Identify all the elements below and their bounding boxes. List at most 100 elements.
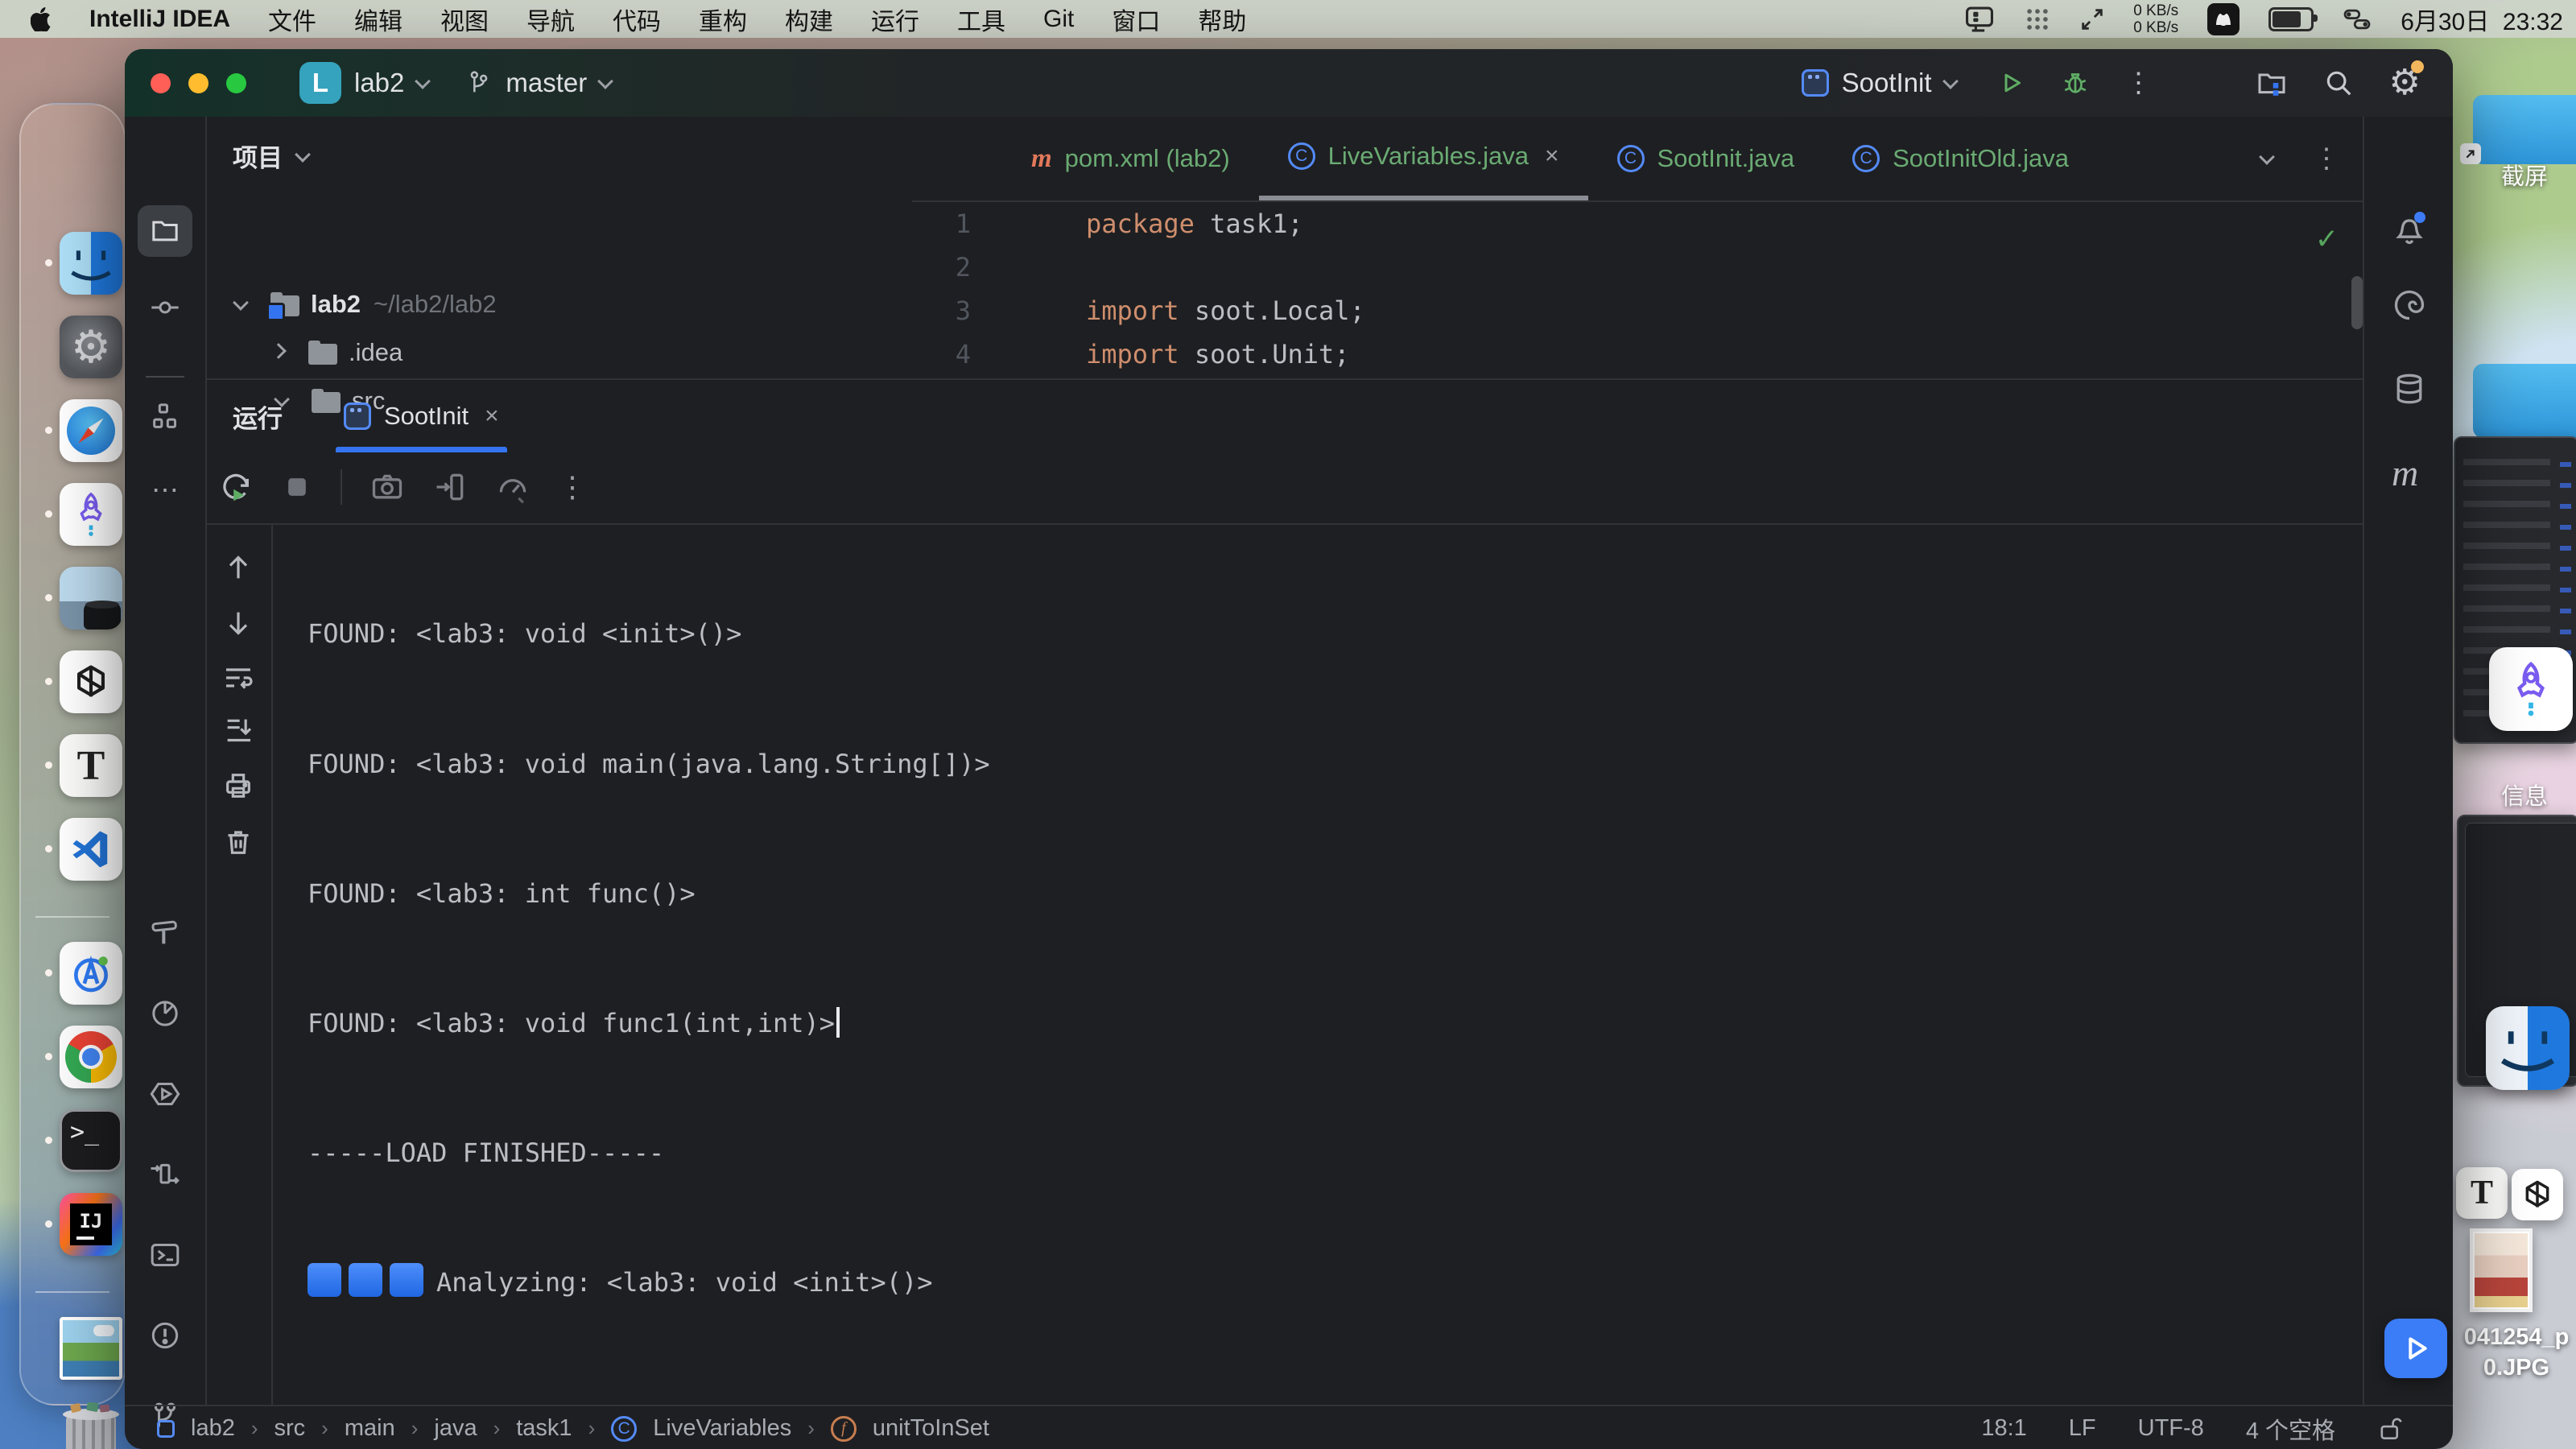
tab-pom-xml[interactable]: m pom.xml (lab2) [1002, 117, 1259, 200]
endpoints-tool-button[interactable] [146, 1155, 184, 1194]
dock-rocket-app[interactable] [60, 483, 122, 546]
dock-chrome[interactable] [60, 1026, 122, 1088]
dock-typora[interactable]: T [60, 734, 122, 797]
tab-sootinitold-java[interactable]: C SootInitOld.java [1823, 117, 2098, 200]
code-editor[interactable]: 1 package task1; 2 3 import soot.Local; … [912, 202, 2363, 378]
terminal-tool-button[interactable] [146, 1236, 184, 1274]
dock-trash[interactable] [60, 1402, 122, 1449]
tab-livevariables-java[interactable]: C LiveVariables.java × [1259, 117, 1588, 200]
dock-chatgpt[interactable] [60, 650, 122, 713]
caret-position-widget[interactable]: 18:1 [1981, 1415, 2026, 1442]
inspections-ok-icon[interactable]: ✓ [2317, 217, 2336, 260]
run-button[interactable] [1996, 68, 2025, 97]
menu-refactor[interactable]: 重构 [699, 2, 747, 37]
apple-menu-icon[interactable] [31, 7, 52, 31]
desktop-rocket-icon[interactable] [2489, 647, 2573, 731]
settings-button[interactable]: ⚙ [2389, 65, 2421, 101]
menu-build[interactable]: 构建 [785, 2, 833, 37]
notifications-bell-button[interactable] [2392, 212, 2427, 247]
scroll-to-end-button[interactable] [220, 712, 257, 749]
dock-vscode[interactable] [60, 818, 122, 881]
project-widget[interactable]: lab2 [354, 68, 404, 98]
profiler-tool-button[interactable] [146, 994, 184, 1033]
desktop-typora-icon[interactable]: T [2456, 1167, 2508, 1219]
console-output[interactable]: FOUND: <lab3: void <init>()> FOUND: <lab… [273, 525, 1238, 1406]
thread-dump-button[interactable] [432, 469, 468, 505]
commit-tool-button[interactable] [146, 288, 184, 327]
project-tool-button[interactable] [146, 212, 184, 250]
dock-image-viewer[interactable] [60, 567, 122, 630]
clear-console-button[interactable] [220, 824, 257, 861]
breadcrumb-livevariables[interactable]: LiveVariables [653, 1415, 791, 1442]
tab-list-chevron-icon[interactable] [2259, 149, 2275, 165]
build-tool-button[interactable] [146, 914, 184, 952]
menu-window[interactable]: 窗口 [1112, 2, 1160, 37]
breadcrumb-src[interactable]: src [275, 1415, 306, 1442]
project-structure-button[interactable] [2256, 67, 2288, 99]
project-avatar[interactable]: L [299, 62, 341, 104]
indent-widget[interactable]: 4 个空格 [2246, 1412, 2335, 1446]
rerun-button[interactable] [218, 469, 254, 505]
desktop-chatgpt-icon[interactable] [2512, 1169, 2563, 1220]
breadcrumb-task1[interactable]: task1 [516, 1415, 572, 1442]
breadcrumb-java[interactable]: java [434, 1415, 477, 1442]
network-arrows-icon[interactable] [2080, 6, 2104, 33]
prev-occurrence-button[interactable] [220, 549, 257, 586]
profiler-gauge-button[interactable] [495, 469, 530, 505]
breadcrumb-unittoinset[interactable]: unitToInSet [873, 1415, 989, 1442]
breadcrumb-lab2[interactable]: lab2 [191, 1415, 235, 1442]
network-speed[interactable]: 0 KB/s 0 KB/s [2133, 2, 2178, 36]
editor-scrollbar-thumb[interactable] [2351, 276, 2363, 329]
branch-widget[interactable]: master [506, 68, 587, 98]
close-tab-icon[interactable]: × [1545, 142, 1559, 170]
tree-item-idea[interactable]: .idea [268, 333, 402, 372]
maven-tool-button[interactable]: m [2392, 452, 2418, 494]
menu-date[interactable]: 6月30日 23:32 [2401, 2, 2563, 37]
menu-tools[interactable]: 工具 [957, 2, 1005, 37]
menu-navigate[interactable]: 导航 [526, 2, 575, 37]
menu-help[interactable]: 帮助 [1198, 2, 1246, 37]
tab-options-kebab-icon[interactable]: ⋮ [2313, 142, 2340, 175]
minimize-window-button[interactable] [188, 73, 208, 93]
ai-assistant-button[interactable] [2392, 287, 2427, 323]
soft-wrap-button[interactable] [220, 659, 257, 696]
dock-intellij[interactable]: IJ [60, 1193, 122, 1256]
print-button[interactable] [220, 767, 257, 804]
desktop-image-file[interactable] [2470, 1228, 2533, 1312]
menu-run[interactable]: 运行 [871, 2, 919, 37]
line-separator-widget[interactable]: LF [2069, 1415, 2096, 1442]
battery-icon[interactable] [2268, 7, 2314, 31]
zoom-window-button[interactable] [226, 73, 246, 93]
console-more-kebab-icon[interactable]: ⋮ [558, 470, 587, 504]
snapshot-camera-button[interactable] [369, 469, 405, 505]
menu-code[interactable]: 代码 [613, 2, 661, 37]
display-status-icon[interactable] [1964, 6, 1995, 33]
encoding-widget[interactable]: UTF-8 [2138, 1415, 2204, 1442]
dock-picture-file[interactable] [60, 1317, 122, 1380]
menu-edit[interactable]: 编辑 [354, 2, 402, 37]
debug-button[interactable] [2061, 68, 2090, 97]
more-actions-button[interactable]: ⋮ [2125, 67, 2153, 99]
tab-sootinit-java[interactable]: C SootInit.java [1588, 117, 1824, 200]
desktop-folder-screenshots[interactable] [2473, 95, 2576, 164]
run-tab-sootinit[interactable]: SootInit × [336, 380, 507, 452]
run-config-widget[interactable]: SootInit [1802, 68, 1961, 98]
next-occurrence-button[interactable] [220, 605, 257, 642]
dock-safari[interactable] [60, 399, 122, 462]
menu-view[interactable]: 视图 [440, 2, 489, 37]
database-tool-button[interactable] [2392, 371, 2427, 407]
tree-item-lab2[interactable]: lab2 ~/lab2/lab2 [230, 285, 497, 324]
desktop-finder-icon[interactable] [2486, 1006, 2570, 1090]
services-tool-button[interactable] [146, 1075, 184, 1113]
dock-finder[interactable] [60, 232, 122, 295]
close-window-button[interactable] [151, 73, 171, 93]
problems-tool-button[interactable] [146, 1316, 184, 1355]
structure-tool-button[interactable] [146, 397, 184, 436]
dock-android-studio[interactable] [60, 942, 122, 1005]
clash-menu-icon[interactable] [2207, 3, 2240, 35]
window-title-bar[interactable]: L lab2 master SootInit ⋮ [125, 49, 2453, 117]
project-panel-header[interactable]: 项目 [233, 138, 313, 174]
stop-button[interactable] [281, 471, 313, 503]
control-center-icon[interactable] [2343, 7, 2372, 31]
more-tool-windows-button[interactable]: ⋯ [146, 471, 184, 510]
